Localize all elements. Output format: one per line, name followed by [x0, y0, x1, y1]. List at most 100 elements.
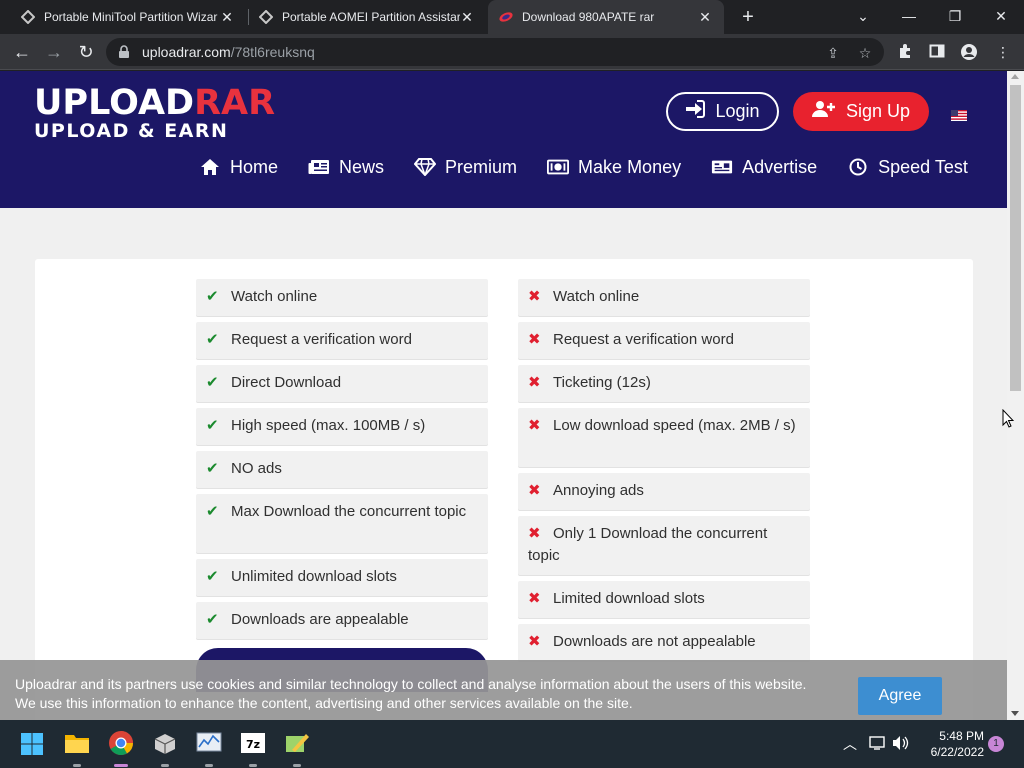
nav-advertise[interactable]: Advertise	[711, 154, 817, 180]
close-tab-icon[interactable]: ✕	[696, 8, 714, 26]
close-window-button[interactable]: ✕	[986, 5, 1016, 27]
free-feature-item: ✖ Watch online	[518, 279, 810, 316]
nav-label: Advertise	[742, 156, 818, 177]
bookmark-star-icon[interactable]: ☆	[856, 44, 874, 62]
notepad-pen-icon[interactable]	[284, 730, 310, 756]
lock-icon[interactable]	[118, 45, 130, 59]
cross-icon: ✖	[528, 331, 541, 348]
agree-button[interactable]: Agree	[858, 677, 942, 715]
address-bar[interactable]: uploadrar.com/78tl6reuksnq ⇪ ☆	[106, 38, 884, 66]
check-icon: ✔	[206, 568, 219, 585]
premium-feature-item: ✔ High speed (max. 100MB / s)	[196, 408, 488, 445]
premium-feature-item: ✔ Max Download the concurrent topic	[196, 494, 488, 553]
running-indicator	[161, 764, 169, 767]
nav-speed-test[interactable]: Speed Test	[847, 154, 968, 180]
minimize-button[interactable]: —	[894, 5, 924, 27]
chrome-icon[interactable]	[108, 730, 134, 756]
installer-box-icon[interactable]	[152, 730, 178, 756]
restore-button[interactable]: ❐	[940, 5, 970, 27]
show-hidden-icons-chevron-icon[interactable]: ︿	[843, 734, 857, 754]
nav-home[interactable]: Home	[199, 154, 278, 180]
uploadrar-logo[interactable]: UPLOADRAR UPLOAD & EARN	[34, 85, 294, 145]
free-feature-item: ✖ Downloads are not appealable	[518, 624, 810, 661]
aomei-favicon-icon	[258, 9, 274, 25]
tab-title: Portable AOMEI Partition Assistar	[282, 10, 460, 24]
page-scrollbar[interactable]	[1007, 71, 1024, 720]
cross-icon: ✖	[528, 288, 541, 305]
diamond-icon	[414, 158, 437, 176]
back-arrow-icon[interactable]: ←	[10, 40, 34, 64]
forward-arrow-icon[interactable]: →	[42, 40, 66, 64]
nav-make-money[interactable]: Make Money	[547, 154, 681, 180]
check-icon: ✔	[206, 460, 219, 477]
nav-news[interactable]: News	[308, 154, 384, 180]
extensions-puzzle-icon[interactable]	[896, 43, 914, 61]
network-icon[interactable]	[869, 735, 887, 754]
close-tab-icon[interactable]: ✕	[218, 8, 236, 26]
performance-monitor-icon[interactable]	[196, 730, 222, 756]
us-flag-language-icon[interactable]	[951, 108, 967, 121]
cookie-message: Uploadrar and its partners use cookies a…	[15, 675, 835, 713]
cross-icon: ✖	[528, 374, 541, 391]
7zip-icon[interactable]: 7z	[240, 730, 266, 756]
notification-badge[interactable]: 1	[988, 736, 1004, 752]
close-tab-icon[interactable]: ✕	[458, 8, 476, 26]
logo-wordmark: UPLOADRAR	[34, 83, 276, 123]
sign-in-icon	[685, 100, 706, 123]
login-label: Login	[715, 101, 760, 121]
free-feature-item: ✖ Limited download slots	[518, 581, 810, 618]
check-icon: ✔	[206, 374, 219, 391]
tab-title: Portable MiniTool Partition Wizar	[44, 10, 218, 24]
running-indicator	[249, 764, 257, 767]
running-indicator	[205, 764, 213, 767]
nav-label: Make Money	[578, 156, 682, 177]
login-button[interactable]: Login	[666, 92, 779, 131]
check-icon: ✔	[206, 503, 219, 520]
windows-taskbar: 7z ︿ 5:48 PM 6/22/2022 1	[0, 720, 1024, 768]
tab-search-chevron-icon[interactable]: ⌄	[848, 5, 878, 27]
check-icon: ✔	[206, 331, 219, 348]
clock-date: 6/22/2022	[930, 745, 984, 759]
profile-avatar-icon[interactable]	[960, 43, 978, 61]
uploadrar-favicon-icon	[498, 9, 514, 25]
side-panel-icon[interactable]	[928, 43, 946, 61]
browser-tab-2[interactable]: Portable AOMEI Partition Assistar ✕	[258, 0, 486, 34]
tab-strip: Portable MiniTool Partition Wizar ✕ Port…	[0, 0, 1024, 34]
volume-icon[interactable]	[892, 735, 910, 754]
browser-tab-1[interactable]: Portable MiniTool Partition Wizar ✕	[20, 0, 246, 34]
premium-feature-item: ✔ Request a verification word	[196, 322, 488, 359]
nav-label: News	[339, 156, 385, 177]
new-tab-button[interactable]: +	[738, 7, 758, 27]
premium-feature-item: ✔ NO ads	[196, 451, 488, 488]
free-feature-item: ✖ Ticketing (12s)	[518, 365, 810, 402]
url-text: uploadrar.com/78tl6reuksnq	[142, 44, 315, 60]
check-icon: ✔	[206, 417, 219, 434]
file-explorer-icon[interactable]	[64, 730, 90, 756]
running-indicator	[73, 764, 81, 767]
scroll-down-arrow-icon[interactable]	[1011, 711, 1019, 716]
premium-feature-item: ✔ Downloads are appealable	[196, 602, 488, 639]
newspaper-icon	[308, 158, 330, 176]
reload-icon[interactable]: ↻	[74, 40, 98, 64]
main-navigation: Home News Premium Make Money Advertise S…	[199, 154, 998, 180]
page-viewport: UPLOADRAR UPLOAD & EARN Login Sign Up Ho…	[0, 71, 1007, 720]
cross-icon: ✖	[528, 525, 541, 542]
nav-label: Home	[230, 156, 279, 177]
signup-button[interactable]: Sign Up	[793, 92, 929, 131]
windows-start-icon[interactable]	[20, 732, 44, 756]
scroll-up-arrow-icon[interactable]	[1011, 74, 1019, 79]
check-icon: ✔	[206, 611, 219, 628]
ad-card-icon	[711, 158, 733, 176]
running-indicator	[293, 764, 301, 767]
cookie-message-line-1: Uploadrar and its partners use cookies a…	[15, 676, 807, 692]
scrollbar-thumb[interactable]	[1010, 85, 1021, 391]
clock-icon	[847, 158, 869, 176]
system-clock[interactable]: 5:48 PM 6/22/2022	[916, 728, 984, 760]
browser-tab-active[interactable]: Download 980APATE rar ✕	[488, 0, 724, 34]
kebab-menu-icon[interactable]: ⋮	[994, 43, 1012, 61]
share-icon[interactable]: ⇪	[824, 44, 842, 62]
active-indicator	[114, 764, 128, 767]
browser-toolbar: ← → ↻ uploadrar.com/78tl6reuksnq ⇪ ☆ ⋮	[0, 34, 1024, 70]
nav-premium[interactable]: Premium	[414, 154, 517, 180]
free-feature-item: ✖ Low download speed (max. 2MB / s)	[518, 408, 810, 467]
